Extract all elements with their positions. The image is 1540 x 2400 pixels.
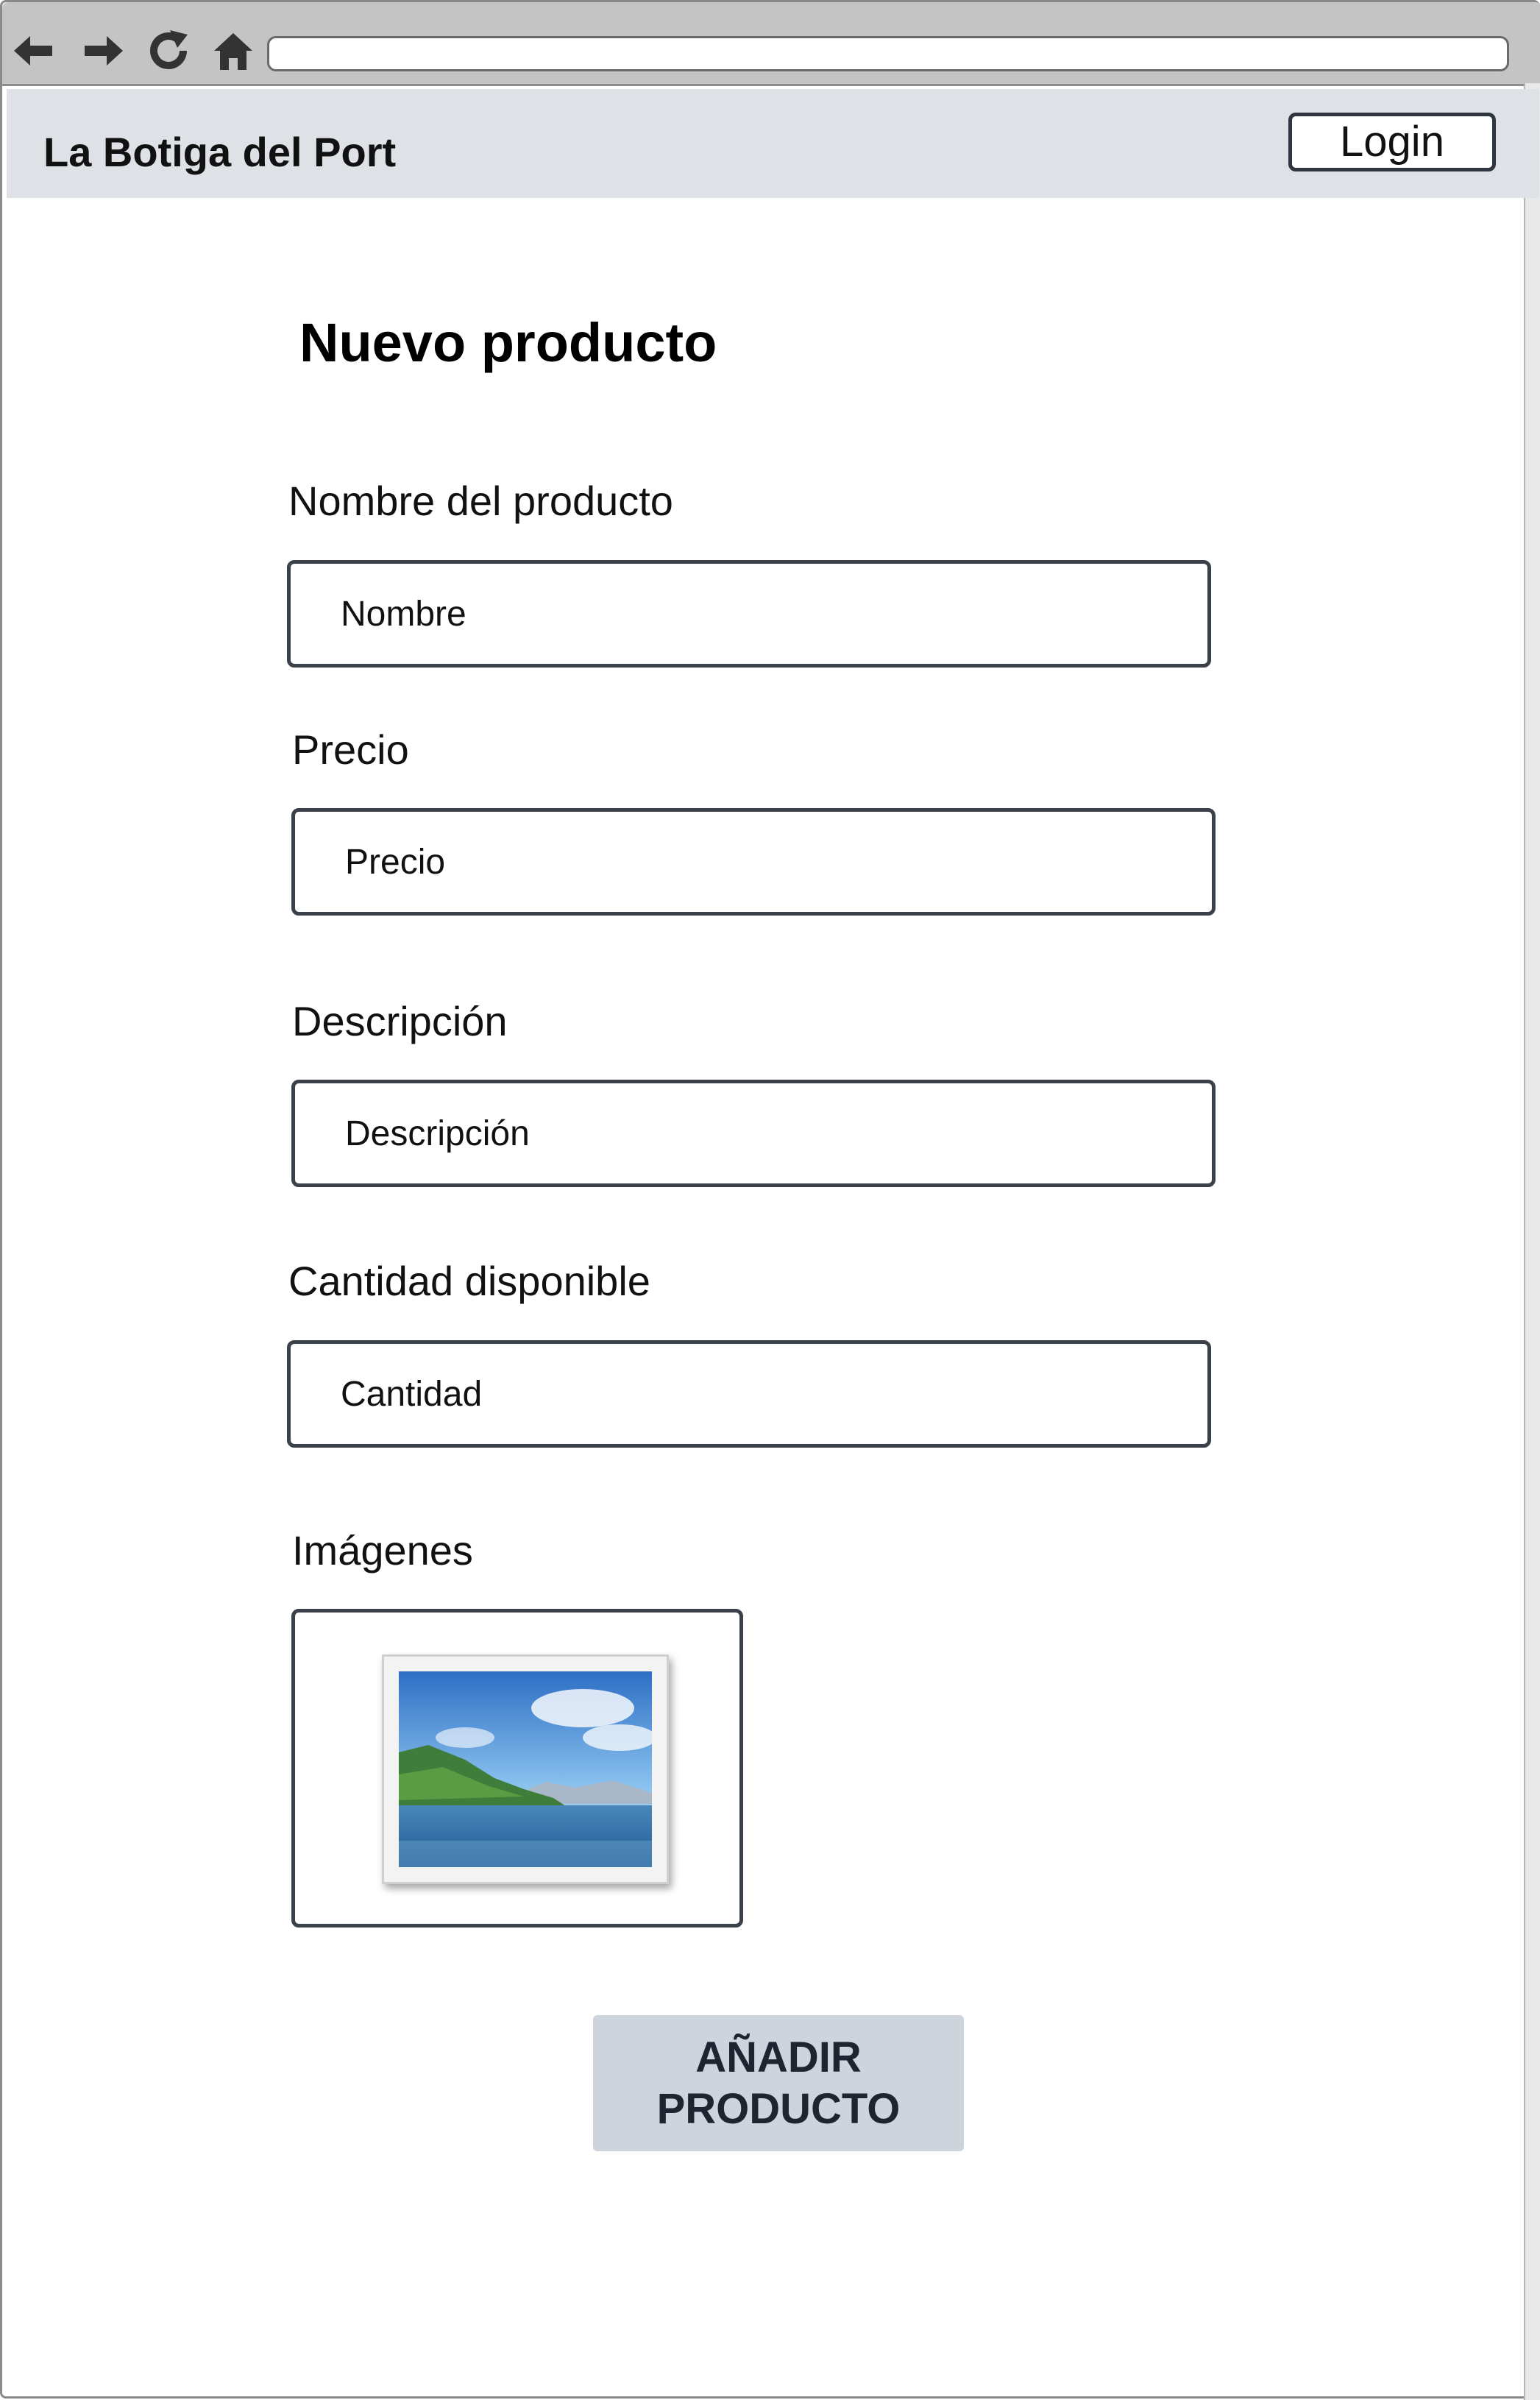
product-name-input[interactable] <box>287 560 1211 668</box>
site-header: La Botiga del Port Login <box>7 89 1539 198</box>
landscape-image-placeholder-icon <box>382 1654 669 1884</box>
browser-window: La Botiga del Port Login Nuevo producto … <box>0 0 1540 2400</box>
back-arrow-icon[interactable] <box>8 26 58 76</box>
add-product-button[interactable]: AÑADIR PRODUCTO <box>593 2015 964 2151</box>
brand-name: La Botiga del Port <box>43 129 397 175</box>
price-input[interactable] <box>291 808 1216 916</box>
page-title: Nuevo producto <box>299 312 717 373</box>
browser-toolbar <box>2 2 1540 86</box>
quantity-input[interactable] <box>287 1340 1211 1448</box>
forward-arrow-icon[interactable] <box>79 26 129 76</box>
scrollbar[interactable] <box>1524 83 1540 2400</box>
quantity-label: Cantidad disponible <box>288 1258 650 1304</box>
description-input[interactable] <box>291 1080 1216 1187</box>
product-name-label: Nombre del producto <box>288 478 673 524</box>
reload-icon[interactable] <box>143 26 194 76</box>
image-upload-box[interactable] <box>291 1609 743 1928</box>
home-icon[interactable] <box>208 26 258 76</box>
login-button[interactable]: Login <box>1288 113 1496 171</box>
address-bar[interactable] <box>267 36 1509 71</box>
images-label: Imágenes <box>292 1527 473 1574</box>
price-label: Precio <box>292 726 409 773</box>
description-label: Descripción <box>292 998 508 1044</box>
